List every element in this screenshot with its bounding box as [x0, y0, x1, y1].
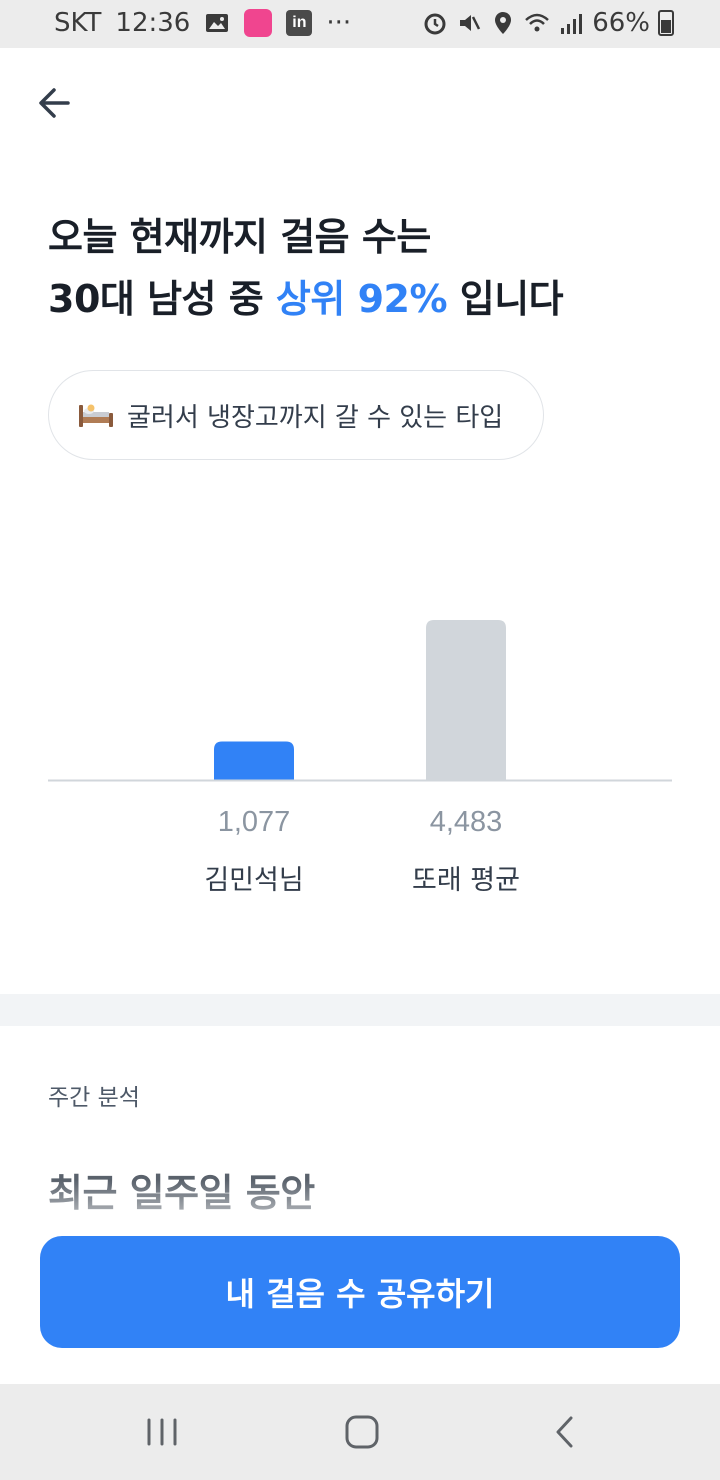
page-title: 오늘 현재까지 걸음 수는 30대 남성 중 상위 92% 입니다	[48, 206, 564, 330]
gallery-icon	[206, 14, 229, 32]
location-icon	[495, 12, 512, 34]
status-left: SKT 12:36 in ···	[54, 8, 351, 38]
headline-prefix: 30대 남성 중	[48, 277, 276, 321]
category-label-user: 김민석님	[204, 865, 304, 896]
section-divider	[0, 994, 720, 1026]
battery-icon	[658, 10, 674, 36]
status-right: 66%	[422, 8, 674, 38]
mute-icon	[460, 15, 481, 31]
category-label-average: 또래 평균	[412, 865, 520, 896]
recent-apps-icon	[147, 1418, 177, 1446]
clock: 12:36	[115, 8, 191, 38]
more-notifications: ···	[326, 8, 352, 38]
section-label: 주간 분석	[48, 1085, 140, 1111]
type-chip: 굴러서 냉장고까지 갈 수 있는 타입	[48, 370, 544, 460]
value-label-user: 1,077	[217, 806, 291, 838]
battery-percent: 66%	[592, 8, 650, 38]
headline-line-1: 오늘 현재까지 걸음 수는	[48, 215, 431, 259]
bar-average	[426, 620, 506, 780]
back-icon	[556, 1416, 573, 1448]
bar-user	[214, 741, 294, 780]
scroll-fade	[0, 1180, 720, 1240]
type-chip-label: 굴러서 냉장고까지 갈 수 있는 타입	[127, 402, 504, 433]
system-back-button[interactable]	[534, 1406, 594, 1458]
carrier-label: SKT	[54, 8, 102, 38]
home-icon	[345, 1415, 379, 1449]
bed-icon	[79, 404, 113, 427]
arrow-left-icon	[39, 88, 70, 118]
headline-suffix: 입니다	[447, 277, 564, 321]
recent-apps-button[interactable]	[132, 1406, 192, 1458]
share-steps-button[interactable]: 내 걸음 수 공유하기	[40, 1236, 680, 1348]
wifi-icon	[525, 13, 550, 32]
app-notification-icon	[244, 9, 273, 37]
value-label-average: 4,483	[429, 806, 503, 838]
chart-canvas	[48, 620, 672, 782]
headline-rank: 상위 92%	[275, 277, 448, 321]
linkedin-icon: in	[286, 10, 313, 36]
headline-line-2: 30대 남성 중 상위 92% 입니다	[48, 268, 564, 330]
step-comparison-chart: 1,077 4,483 김민석님 또래 평균	[48, 600, 672, 900]
back-button[interactable]	[30, 80, 82, 126]
alarm-icon	[424, 13, 446, 35]
status-bar: SKT 12:36 in ··· 66%	[0, 0, 720, 48]
signal-icon	[561, 14, 583, 34]
home-button[interactable]	[332, 1406, 392, 1458]
system-nav-bar	[0, 1384, 720, 1480]
